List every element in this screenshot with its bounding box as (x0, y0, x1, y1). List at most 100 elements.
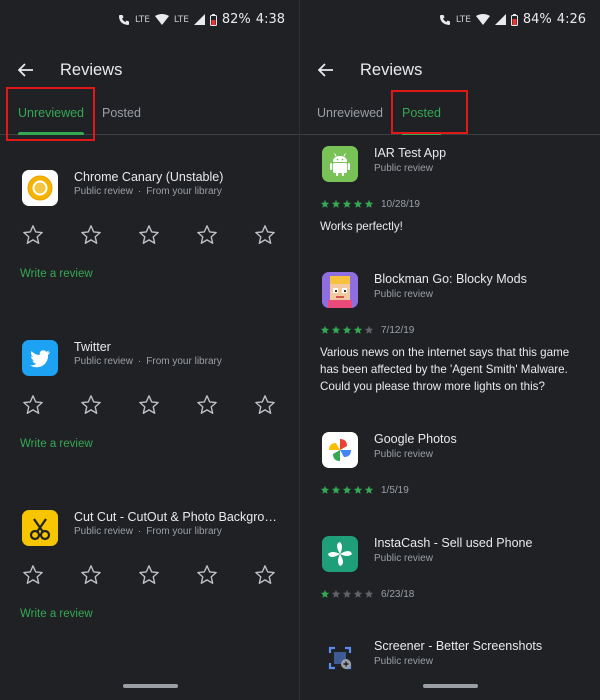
write-review-link[interactable]: Write a review (20, 268, 93, 280)
star-outline-icon[interactable] (252, 392, 278, 418)
review-type: Public review (374, 553, 433, 564)
gesture-nav-bar[interactable] (123, 684, 178, 688)
review-type: Public review (374, 656, 433, 667)
app-name: Blockman Go: Blocky Mods (374, 272, 527, 286)
tab-posted[interactable]: Posted (402, 94, 441, 135)
tab-bar: Unreviewed Posted (300, 94, 600, 135)
star-empty-icon (331, 589, 341, 598)
star-empty-icon (353, 589, 363, 598)
review-date: 10/28/19 (381, 199, 420, 210)
star-filled-icon (331, 199, 341, 208)
review-type: Public review (74, 186, 133, 197)
page-title: Reviews (60, 60, 123, 79)
review-type: Public review (374, 449, 433, 460)
network-label: LTE (455, 14, 471, 25)
star-rating-input[interactable] (20, 392, 299, 418)
chrome-canary-icon (22, 170, 58, 206)
star-outline-icon[interactable] (78, 222, 104, 248)
wifi-icon (475, 14, 490, 25)
signal-icon (494, 14, 506, 25)
page-title: Reviews (360, 60, 423, 79)
review-type: Public review (374, 289, 433, 300)
back-arrow-icon[interactable] (14, 58, 38, 82)
star-filled-icon (320, 589, 330, 598)
status-bar: LTE LTE 82% 4:38 (118, 12, 285, 27)
star-filled-icon (331, 325, 341, 334)
screener-icon (322, 640, 358, 676)
call-icon (439, 14, 450, 25)
app-name: Screener - Better Screenshots (374, 639, 543, 653)
rating-stars (320, 589, 374, 599)
star-outline-icon[interactable] (78, 562, 104, 588)
review-date: 1/5/19 (381, 485, 409, 496)
app-name: Cut Cut - CutOut & Photo Background ... (74, 510, 282, 524)
star-outline-icon[interactable] (136, 562, 162, 588)
wifi-icon (154, 14, 169, 25)
network-label: LTE (134, 14, 150, 25)
battery-level: 82% (221, 12, 251, 27)
rating-stars (320, 485, 374, 495)
battery-level: 84% (522, 12, 552, 27)
star-outline-icon[interactable] (194, 562, 220, 588)
star-outline-icon[interactable] (136, 392, 162, 418)
active-tab-indicator (402, 132, 441, 135)
write-review-link[interactable]: Write a review (20, 438, 93, 450)
star-outline-icon[interactable] (20, 392, 46, 418)
star-outline-icon[interactable] (252, 222, 278, 248)
star-filled-icon (320, 485, 330, 494)
star-outline-icon[interactable] (194, 222, 220, 248)
review-meta: Public review · From your library (74, 526, 222, 537)
right-screen: LTE 84% 4:26 Reviews Unreviewed Posted I… (300, 0, 600, 700)
tab-unreviewed[interactable]: Unreviewed (317, 94, 383, 134)
star-outline-icon[interactable] (136, 222, 162, 248)
left-screen: LTE LTE 82% 4:38 Reviews Unreviewed Post… (0, 0, 300, 700)
review-text: Various news on the internet says that t… (320, 346, 570, 393)
review-date: 7/12/19 (381, 325, 415, 336)
call-icon (118, 14, 129, 25)
status-bar: LTE 84% 4:26 (439, 12, 586, 27)
review-type: Public review (74, 356, 133, 367)
back-arrow-icon[interactable] (314, 58, 338, 82)
review-type: Public review (374, 163, 433, 174)
rating-stars (320, 325, 374, 335)
write-review-link[interactable]: Write a review (20, 608, 93, 620)
app-name: Twitter (74, 340, 111, 354)
review-source: From your library (146, 356, 222, 367)
app-name: Google Photos (374, 432, 457, 446)
star-outline-icon[interactable] (194, 392, 220, 418)
instacash-icon (322, 536, 358, 572)
app-name: IAR Test App (374, 146, 447, 160)
star-filled-icon (364, 199, 374, 208)
star-rating-input[interactable] (20, 562, 299, 588)
star-outline-icon[interactable] (20, 562, 46, 588)
cut-cut-icon (22, 510, 58, 546)
tab-unreviewed[interactable]: Unreviewed (18, 94, 85, 135)
star-filled-icon (342, 199, 352, 208)
star-outline-icon[interactable] (20, 222, 46, 248)
clock: 4:26 (556, 12, 586, 27)
tab-posted-label: Posted (102, 106, 141, 120)
star-empty-icon (342, 589, 352, 598)
star-outline-icon[interactable] (78, 392, 104, 418)
gesture-nav-bar[interactable] (423, 684, 478, 688)
tab-posted[interactable]: Posted (102, 94, 141, 134)
star-filled-icon (364, 485, 374, 494)
star-rating-input[interactable] (20, 222, 299, 248)
review-type: Public review (74, 526, 133, 537)
tab-unreviewed-label: Unreviewed (317, 106, 384, 120)
app-name: Chrome Canary (Unstable) (74, 170, 224, 184)
star-empty-icon (364, 325, 374, 334)
google-photos-icon (322, 432, 358, 468)
tab-posted-label: Posted (402, 106, 441, 120)
star-filled-icon (342, 485, 352, 494)
review-text: Works perfectly! (320, 220, 403, 233)
star-outline-icon[interactable] (252, 562, 278, 588)
app-bar: Reviews (314, 58, 586, 82)
review-date: 6/23/18 (381, 589, 415, 600)
network-label-2: LTE (173, 14, 189, 25)
blockman-go-icon (322, 272, 358, 308)
active-tab-indicator (18, 132, 85, 135)
signal-icon (193, 14, 205, 25)
rating-stars (320, 199, 374, 209)
star-filled-icon (353, 485, 363, 494)
